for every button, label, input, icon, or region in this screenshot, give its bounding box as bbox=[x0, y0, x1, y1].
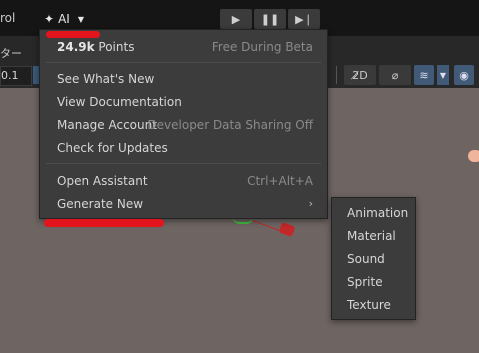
chevron-down-icon: ▼ bbox=[77, 14, 84, 24]
pause-button[interactable]: ❚❚ bbox=[254, 9, 286, 29]
layers-dropdown-button[interactable]: ▼ bbox=[437, 65, 449, 85]
submenu-item-sound[interactable]: Sound bbox=[347, 249, 385, 269]
submenu-item-material[interactable]: Material bbox=[347, 226, 396, 246]
menu-item-check-updates[interactable]: Check for Updates bbox=[57, 138, 313, 158]
scene-object[interactable] bbox=[468, 150, 479, 162]
redaction-mark-ai bbox=[46, 31, 100, 38]
play-button[interactable]: ▶ bbox=[220, 9, 252, 29]
submenu-item-sprite[interactable]: Sprite bbox=[347, 272, 383, 292]
menu-item-open-assistant[interactable]: Open Assistant Ctrl+Alt+A bbox=[57, 171, 313, 191]
menu-item-manage-account[interactable]: Manage Account Developer Data Sharing Of… bbox=[57, 115, 313, 135]
submenu-item-animation[interactable]: Animation bbox=[347, 203, 408, 223]
menu-item-label: View Documentation bbox=[57, 95, 182, 109]
no-effects-icon: ⌀ bbox=[391, 68, 399, 82]
submenu-item-texture[interactable]: Texture bbox=[347, 295, 391, 315]
2d-toggle-button[interactable]: 2̸D bbox=[344, 65, 376, 85]
visibility-button[interactable]: ◉ bbox=[454, 65, 474, 85]
menu-item-label: Check for Updates bbox=[57, 141, 168, 155]
menu-item-documentation[interactable]: View Documentation bbox=[57, 92, 313, 112]
menu-item-label: See What's New bbox=[57, 72, 155, 86]
effects-toggle-button[interactable]: ⌀ bbox=[379, 65, 411, 85]
layers-icon: ≋ bbox=[419, 68, 429, 82]
shortcut-label: Ctrl+Alt+A bbox=[247, 174, 313, 188]
menu-divider bbox=[46, 62, 321, 63]
menu-item-generate-new[interactable]: Generate New › bbox=[57, 194, 313, 214]
redaction-mark-generate bbox=[44, 219, 164, 227]
panel-title-fragment: ター bbox=[0, 47, 22, 60]
gizmo-handle[interactable] bbox=[278, 221, 296, 238]
beta-badge: Free During Beta bbox=[211, 40, 313, 54]
layers-button[interactable]: ≋ bbox=[414, 65, 434, 85]
menu-item-label: Generate New bbox=[57, 197, 144, 211]
ai-dropdown-menu: 24.9k Points Free During Beta See What's… bbox=[39, 29, 328, 219]
play-icon: ▶ bbox=[231, 12, 241, 26]
chevron-down-icon: ▼ bbox=[439, 70, 447, 80]
snap-value-field[interactable]: 0.1 bbox=[0, 66, 32, 86]
control-label[interactable]: rol bbox=[0, 11, 15, 25]
chevron-right-icon: › bbox=[308, 197, 313, 210]
points-value: 24.9k bbox=[57, 40, 95, 54]
generate-new-submenu: Animation Material Sound Sprite Texture bbox=[331, 197, 416, 320]
step-icon: ▶❘ bbox=[295, 12, 313, 26]
points-unit: Points bbox=[94, 40, 135, 54]
ai-menu-button[interactable]: ✦ AI ▼ bbox=[44, 9, 84, 29]
menu-item-label: Open Assistant bbox=[57, 174, 148, 188]
eye-icon: ◉ bbox=[459, 68, 469, 82]
no-2d-icon: 2̸D bbox=[352, 68, 368, 82]
gizmo-axis[interactable] bbox=[251, 220, 281, 232]
points-row: 24.9k Points Free During Beta bbox=[57, 37, 313, 57]
toolbar-divider bbox=[336, 66, 337, 84]
sparkle-icon: ✦ bbox=[44, 12, 55, 26]
pause-icon: ❚❚ bbox=[260, 12, 280, 26]
menu-divider bbox=[46, 163, 321, 164]
playmode-controls: ▶ ❚❚ ▶❘ bbox=[220, 9, 320, 29]
menu-item-label: Manage Account bbox=[57, 118, 157, 132]
menu-item-whats-new[interactable]: See What's New bbox=[57, 69, 313, 89]
ai-label: AI bbox=[58, 12, 70, 26]
step-button[interactable]: ▶❘ bbox=[288, 9, 320, 29]
data-sharing-status: Developer Data Sharing Off bbox=[147, 118, 313, 132]
scene-view-tools: 2̸D ⌀ ≋ ▼ ◉ bbox=[336, 65, 474, 85]
